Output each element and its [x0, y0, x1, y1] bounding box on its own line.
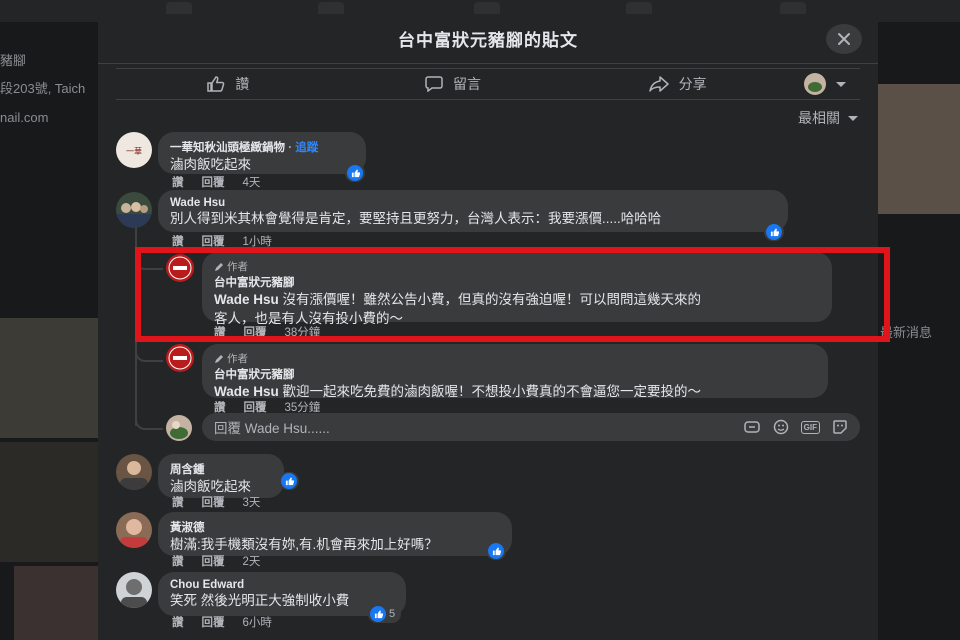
like-button[interactable]: 讚: [116, 74, 341, 94]
post-action-bar: 讚 留言 分享: [116, 68, 860, 100]
avatar-sticker-icon[interactable]: [743, 419, 761, 435]
background-food-photo: [878, 84, 960, 214]
profile-photo-icon: [120, 519, 148, 548]
comment-meta: 讚 回覆 4天: [172, 174, 260, 190]
my-avatar: [166, 415, 192, 441]
share-button[interactable]: 分享: [565, 74, 790, 94]
comment-timestamp[interactable]: 6小時: [243, 614, 272, 630]
reply-input[interactable]: 回覆 Wade Hsu...... GIF: [202, 413, 860, 441]
reaction-badge[interactable]: [279, 472, 299, 490]
profile-photo-icon: [121, 579, 147, 608]
comment-bubble: 周含鍾 滷肉飯吃起來: [158, 454, 284, 498]
reply-placeholder: 回覆 Wade Hsu......: [214, 421, 330, 436]
comment-text: 別人得到米其林會覺得是肯定，要堅持且更努力，台灣人表示：我要漲價.....哈哈哈: [170, 211, 662, 226]
comment-button[interactable]: 留言: [341, 74, 566, 94]
comment-meta: 讚 回覆 6小時: [172, 614, 272, 630]
modal-header: 台中富狀元豬腳的貼文: [98, 14, 878, 64]
comment-meta: 讚 回覆 3天: [172, 494, 260, 510]
like-label: 讚: [235, 76, 250, 92]
profile-photo-icon: [120, 461, 148, 490]
comment-like-link[interactable]: 讚: [172, 174, 184, 190]
comment-timestamp[interactable]: 2天: [243, 553, 261, 569]
author-label: 作者: [227, 353, 248, 365]
background-photo: [0, 442, 98, 562]
comment-text: 歡迎一起來吃免費的滷肉飯喔！不想投小費真的不會逼您一定要投的～: [278, 384, 702, 399]
comment-reply-link[interactable]: 回覆: [202, 174, 225, 190]
close-button[interactable]: [826, 24, 862, 54]
comment-text: 滷肉飯吃起來: [170, 157, 251, 172]
comment-like-link[interactable]: 讚: [172, 614, 184, 630]
comment-author[interactable]: 台中富狀元豬腳: [214, 366, 816, 382]
reaction-badge[interactable]: [764, 223, 784, 241]
like-reaction-icon: [281, 473, 297, 489]
background-page-name: 豬腳: [0, 53, 27, 68]
comment-like-link[interactable]: 讚: [172, 494, 184, 510]
background-photo: [14, 566, 98, 640]
reaction-badge[interactable]: 5: [368, 605, 402, 623]
group-photo-icon: [116, 202, 152, 228]
comment-reply-link[interactable]: 回覆: [202, 494, 225, 510]
follow-link[interactable]: 追蹤: [295, 142, 318, 154]
comment-reply-link[interactable]: 回覆: [202, 614, 225, 630]
svg-text:一華: 一華: [126, 146, 142, 156]
comment-reply-link[interactable]: 回覆: [202, 553, 225, 569]
comment-icon: [425, 76, 443, 92]
avatar[interactable]: [116, 512, 152, 548]
comment-author[interactable]: Wade Hsu: [170, 197, 776, 209]
sticker-icon[interactable]: [832, 419, 848, 435]
comment-author[interactable]: 黃淑德: [170, 519, 500, 535]
comment-sort-dropdown[interactable]: 最相關: [798, 108, 858, 128]
chevron-down-icon: [848, 115, 858, 121]
avatar[interactable]: [116, 192, 152, 228]
pencil-icon: [215, 354, 223, 363]
like-reaction-icon: [766, 224, 782, 240]
highlight-box: [135, 247, 890, 342]
avatar[interactable]: [116, 454, 152, 490]
comment-meta: 讚 回覆 2天: [172, 553, 260, 569]
shop-logo-icon: 一華: [126, 146, 142, 156]
background-address: 段203號, Taich: [0, 81, 86, 96]
comment-bubble: 一華知秋汕頭極緻鍋物 · 追蹤 滷肉飯吃起來: [158, 132, 366, 174]
reply-bubble: 作者 台中富狀元豬腳 Wade Hsu 歡迎一起來吃免費的滷肉飯喔！不想投小費真…: [202, 344, 828, 399]
share-icon: [648, 76, 669, 92]
avatar-photo-icon: [170, 421, 188, 439]
thread-connector: [135, 408, 163, 430]
comment-label: 留言: [453, 76, 481, 92]
reaction-badge[interactable]: [345, 164, 365, 182]
comment-author[interactable]: 周含鍾: [170, 461, 272, 477]
share-label: 分享: [678, 76, 707, 92]
comment-bubble: 黃淑德 樹滿:我手機類沒有妳,有.机會再來加上好嗎？: [158, 512, 512, 556]
mention-link[interactable]: Wade Hsu: [214, 384, 279, 399]
shop-logo-icon: [168, 346, 192, 370]
emoji-icon[interactable]: [773, 419, 789, 435]
thumbs-up-icon: [207, 76, 225, 92]
comment-as-selector[interactable]: [790, 73, 860, 95]
modal-title: 台中富狀元豬腳的貼文: [398, 31, 578, 50]
reaction-badge[interactable]: [486, 542, 506, 560]
avatar[interactable]: [116, 572, 152, 608]
background-email: nail.com: [0, 110, 49, 125]
background-photo: [0, 318, 98, 438]
chevron-down-icon: [836, 81, 847, 87]
sort-label: 最相關: [798, 110, 840, 126]
like-reaction-icon: [488, 543, 504, 559]
like-reaction-icon: [370, 606, 386, 622]
comment-timestamp[interactable]: 4天: [243, 174, 261, 190]
page-avatar[interactable]: [166, 344, 194, 372]
close-icon: [838, 33, 850, 45]
avatar: [804, 73, 827, 95]
comment-timestamp[interactable]: 3天: [243, 494, 261, 510]
comment-author[interactable]: Chou Edward: [170, 579, 394, 591]
reaction-count: 5: [389, 608, 396, 620]
comment-bubble: Wade Hsu 別人得到米其林會覺得是肯定，要堅持且更努力，台灣人表示：我要漲…: [158, 190, 788, 232]
avatar[interactable]: 一華: [116, 132, 152, 168]
comment-text: 笑死 然後光明正大強制收小費: [170, 593, 350, 608]
comment-author[interactable]: 一華知秋汕頭極緻鍋物: [170, 142, 285, 154]
author-badge: 作者: [214, 351, 816, 366]
like-reaction-icon: [347, 165, 363, 181]
comment-like-link[interactable]: 讚: [172, 553, 184, 569]
gif-icon[interactable]: GIF: [800, 420, 820, 434]
comment-text: 樹滿:我手機類沒有妳,有.机會再來加上好嗎？: [170, 537, 438, 552]
